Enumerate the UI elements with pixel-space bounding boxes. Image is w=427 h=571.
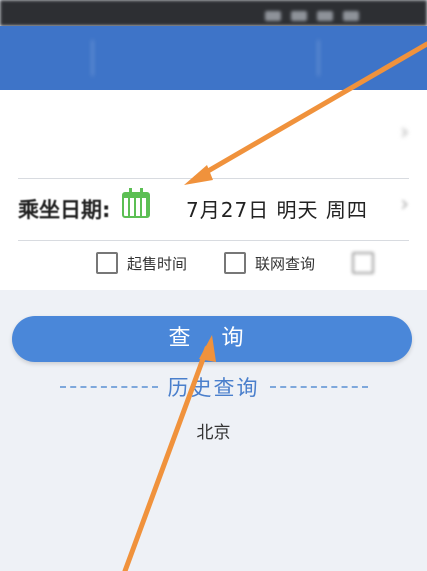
status-bar (0, 0, 427, 26)
date-value[interactable]: 7月27日 明天 周四 (186, 194, 368, 223)
nav-divider-right (318, 40, 319, 76)
checkbox-label: 起售时间 (127, 254, 188, 273)
nav-bar (0, 26, 427, 90)
divider (18, 240, 409, 241)
checkbox-sale-time[interactable]: 起售时间 (96, 252, 187, 274)
checkbox-box[interactable] (224, 252, 246, 274)
checkbox-box[interactable] (96, 252, 118, 274)
nav-divider-left (92, 40, 93, 76)
query-button[interactable]: 查 询 (12, 316, 412, 362)
checkbox-online-query[interactable]: 联网查询 (224, 252, 315, 274)
history-item[interactable]: 北京 (0, 418, 427, 443)
checkbox-label: 联网查询 (255, 254, 316, 273)
divider (18, 178, 409, 179)
checkbox-third[interactable] (352, 252, 383, 274)
calendar-icon[interactable] (122, 188, 150, 218)
history-header: 历史查询 (0, 372, 427, 402)
checkbox-box[interactable] (352, 252, 374, 274)
history-dashed-line-right (270, 386, 368, 388)
chevron-right-icon: › (400, 192, 409, 217)
options-row: 起售时间 联网查询 (0, 244, 427, 288)
annotation-arrow-to-button (122, 335, 216, 571)
query-form: › 乘坐日期: 7月27日 明天 周四 › 起售时间 联网查询 (0, 90, 427, 290)
chevron-right-icon: › (400, 120, 409, 145)
station-row[interactable]: › (0, 90, 427, 176)
date-label: 乘坐日期: (18, 198, 111, 222)
date-row[interactable]: 乘坐日期: 7月27日 明天 周四 › (0, 182, 427, 238)
status-icons (255, 6, 405, 21)
